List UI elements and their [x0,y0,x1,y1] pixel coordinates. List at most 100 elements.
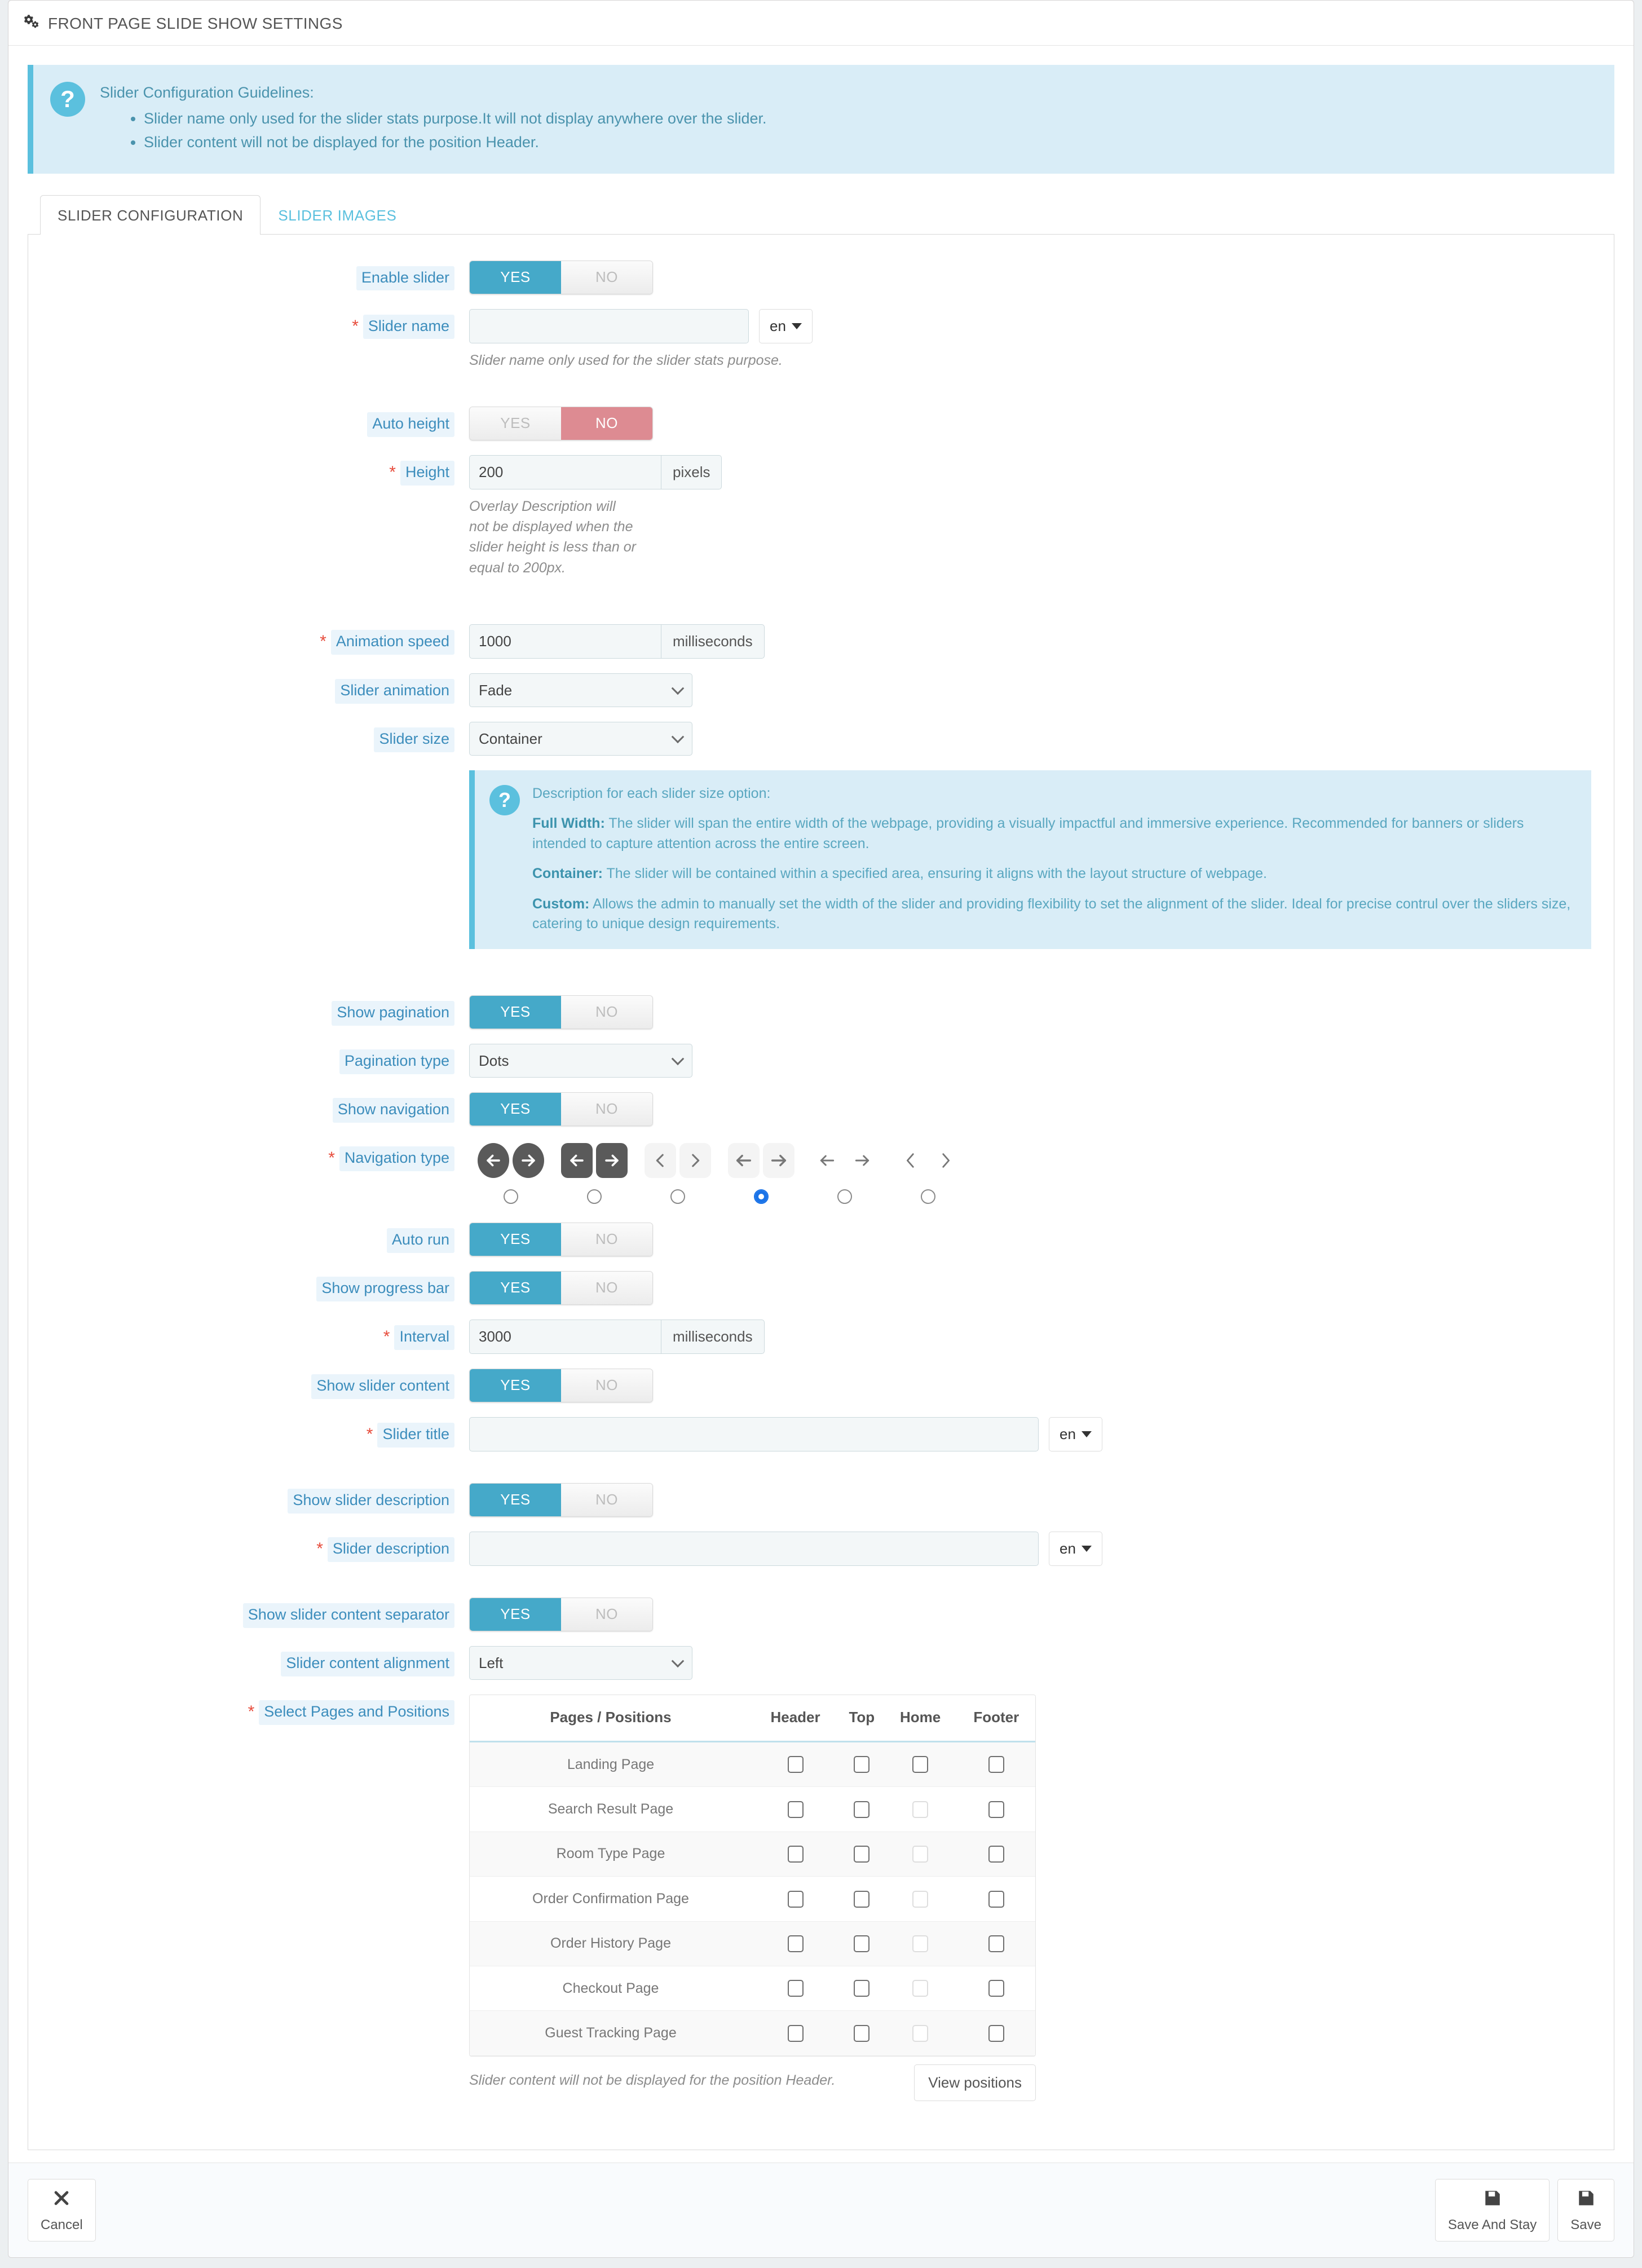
show-slider-content-separator-yes[interactable]: YES [470,1598,561,1631]
show-pagination-yes[interactable]: YES [470,995,561,1029]
show-navigation-toggle[interactable]: YES NO [469,1092,653,1126]
slider-animation-select[interactable]: Fade [469,673,692,707]
view-positions-button[interactable]: View positions [914,2064,1036,2101]
auto-run-label: Auto run [386,1228,454,1253]
enable-slider-no[interactable]: NO [561,261,652,294]
cancel-button[interactable]: Cancel [28,2178,96,2241]
animation-speed-label: Animation speed [330,629,454,655]
save-button[interactable]: Save [1557,2178,1614,2241]
footer-checkbox[interactable] [988,1890,1004,1908]
show-slider-content-separator-no[interactable]: NO [561,1598,652,1631]
footer-checkbox[interactable] [988,1846,1004,1863]
tab-slider-configuration[interactable]: SLIDER CONFIGURATION [40,195,261,235]
navigation-type-radio-6[interactable] [921,1189,935,1204]
navigation-type-option-5[interactable] [803,1141,886,1208]
auto-height-toggle[interactable]: YES NO [469,406,653,440]
top-checkbox[interactable] [854,1980,870,1997]
show-slider-description-no[interactable]: NO [561,1483,652,1516]
slider-description-language-button[interactable]: en [1049,1531,1102,1566]
slider-content-alignment-select[interactable]: Left [469,1645,692,1680]
arrow-left-circle-icon [478,1142,509,1178]
top-checkbox[interactable] [854,1801,870,1818]
auto-run-toggle[interactable]: YES NO [469,1222,653,1256]
slider-title-language-button[interactable]: en [1049,1417,1102,1451]
header-checkbox[interactable] [787,1980,804,1997]
navigation-type-radio-5[interactable] [837,1189,852,1204]
navigation-type-option-1[interactable] [469,1141,553,1208]
home-checkbox-cell [884,1741,956,1788]
field-auto-height: YES NO [469,406,1591,440]
footer-checkbox[interactable] [988,1980,1004,1997]
header-checkbox[interactable] [787,1935,804,1952]
auto-run-yes[interactable]: YES [470,1223,561,1256]
show-pagination-toggle[interactable]: YES NO [469,995,653,1029]
tab-slider-images[interactable]: SLIDER IMAGES [261,195,414,235]
field-animation-speed: milliseconds [469,624,1591,659]
home-checkbox[interactable] [912,1756,929,1773]
show-slider-content-yes[interactable]: YES [470,1369,561,1402]
enable-slider-yes[interactable]: YES [470,261,561,294]
header-checkbox[interactable] [787,1846,804,1863]
header-checkbox[interactable] [787,1756,804,1773]
interval-label: Interval [394,1325,454,1350]
footer-checkbox-cell [956,2010,1035,2056]
top-checkbox-cell [839,2010,885,2056]
label-show-progress-bar: Show progress bar [51,1271,469,1301]
navigation-type-option-4[interactable] [720,1141,803,1208]
enable-slider-toggle[interactable]: YES NO [469,260,653,294]
auto-height-no[interactable]: NO [561,407,652,440]
footer-checkbox[interactable] [988,1756,1004,1773]
label-show-slider-content: Show slider content [51,1369,469,1399]
footer-checkbox[interactable] [988,1801,1004,1818]
navigation-type-radio-3[interactable] [670,1189,685,1204]
show-progress-bar-toggle[interactable]: YES NO [469,1270,653,1305]
show-slider-content-separator-toggle[interactable]: YES NO [469,1597,653,1631]
height-input[interactable] [469,455,661,489]
navigation-type-radio-2[interactable] [587,1189,602,1204]
arrow-left-square-icon [561,1142,593,1178]
panel-footer: Cancel Save And Stay Save [8,2162,1634,2257]
pagination-type-select[interactable]: Dots [469,1043,692,1078]
header-checkbox[interactable] [787,2024,804,2042]
header-checkbox[interactable] [787,1890,804,1908]
navigation-type-option-3[interactable] [636,1141,720,1208]
slider-name-input[interactable] [469,308,749,343]
show-navigation-no[interactable]: NO [561,1092,652,1126]
show-slider-content-toggle[interactable]: YES NO [469,1368,653,1402]
interval-input[interactable] [469,1319,661,1354]
show-progress-bar-no[interactable]: NO [561,1271,652,1304]
show-progress-bar-yes[interactable]: YES [470,1271,561,1304]
show-slider-description-yes[interactable]: YES [470,1483,561,1516]
top-checkbox[interactable] [854,1846,870,1863]
navigation-type-radio-1[interactable] [504,1189,518,1204]
navigation-type-option-6[interactable] [886,1141,970,1208]
navigation-type-radio-4[interactable] [754,1189,769,1204]
auto-height-yes[interactable]: YES [470,407,561,440]
show-navigation-yes[interactable]: YES [470,1092,561,1126]
top-checkbox[interactable] [854,1935,870,1952]
footer-checkbox[interactable] [988,2024,1004,2042]
header-checkbox-cell [752,2010,840,2056]
save-and-stay-button[interactable]: Save And Stay [1434,2178,1550,2241]
footer-checkbox[interactable] [988,1935,1004,1952]
top-checkbox[interactable] [854,1756,870,1773]
slider-description-input[interactable] [469,1531,1039,1566]
top-checkbox[interactable] [854,1890,870,1908]
top-checkbox[interactable] [854,2024,870,2042]
show-slider-description-toggle[interactable]: YES NO [469,1482,653,1517]
show-pagination-no[interactable]: NO [561,995,652,1029]
slider-title-input[interactable] [469,1417,1039,1451]
show-slider-content-no[interactable]: NO [561,1369,652,1402]
animation-speed-input[interactable] [469,624,661,659]
question-circle-icon: ? [489,784,520,815]
slider-size-select[interactable]: Container [469,721,692,756]
footer-checkbox-cell [956,1786,1035,1832]
navigation-type-preview-3 [645,1141,711,1180]
field-slider-size: Container ? Description for each slider … [469,721,1591,949]
auto-run-no[interactable]: NO [561,1223,652,1256]
top-checkbox-cell [839,1921,885,1966]
slider-name-language-button[interactable]: en [759,308,813,343]
row-height: * Height pixels Overlay Description will… [51,455,1591,578]
header-checkbox[interactable] [787,1801,804,1818]
navigation-type-option-2[interactable] [553,1141,636,1208]
